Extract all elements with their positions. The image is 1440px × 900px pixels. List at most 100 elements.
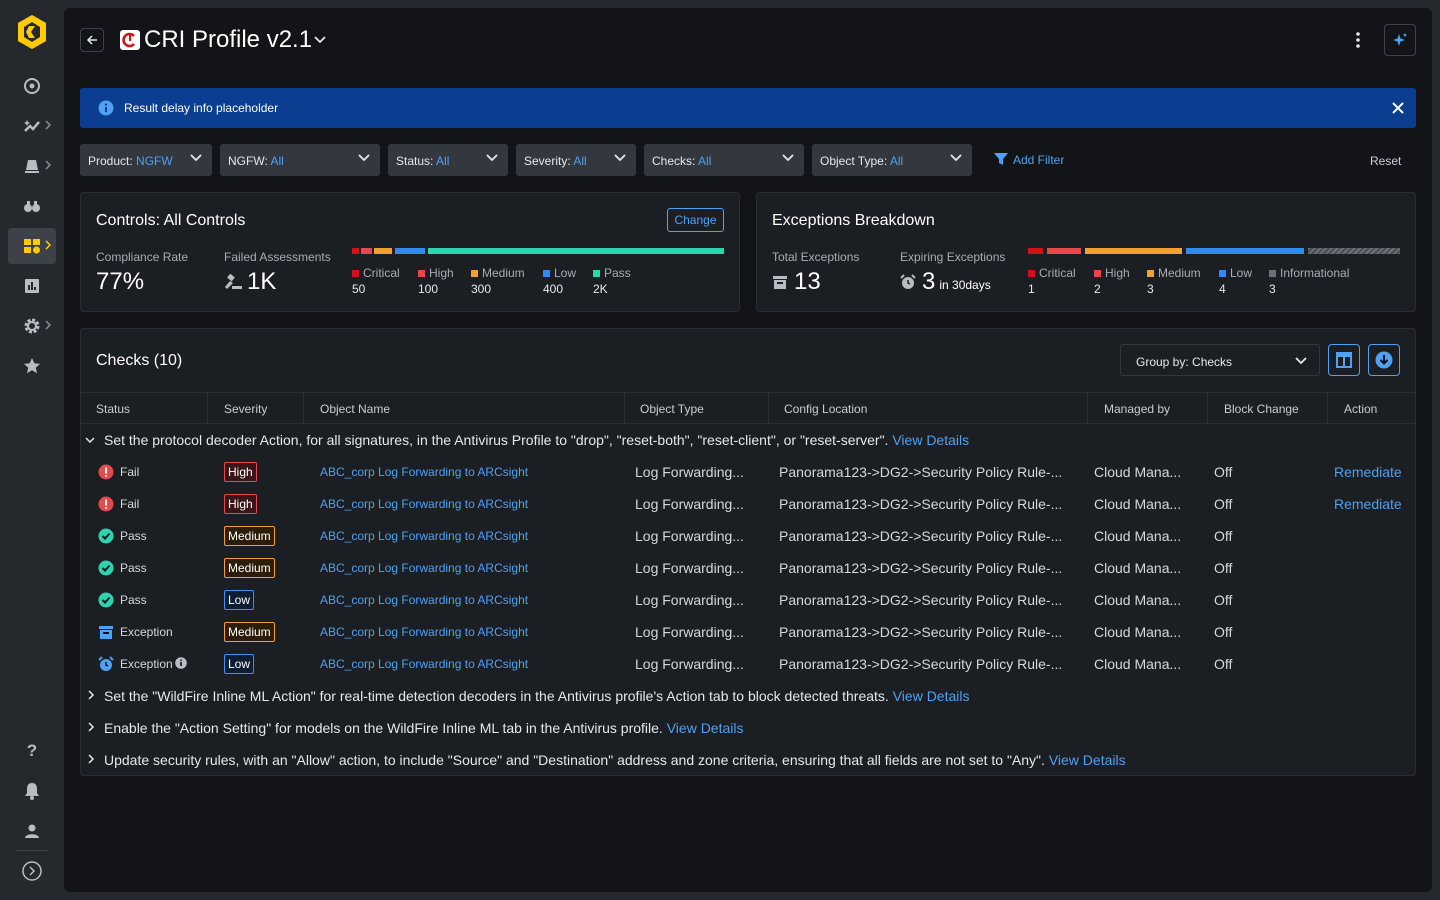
legend-pass-value: 2K: [593, 282, 608, 296]
exc-legend-medium: Medium: [1147, 266, 1201, 280]
back-button[interactable]: [80, 28, 104, 52]
ai-assistant-button[interactable]: [1384, 24, 1416, 56]
exceptions-bar-medium: [1085, 248, 1182, 254]
legend-pass: Pass: [593, 266, 631, 280]
table-row[interactable]: Exception Low ABC_corp Log Forwarding to…: [81, 648, 1415, 680]
sidebar-item-settings[interactable]: [8, 308, 56, 344]
filter-label: Object Type: All: [820, 154, 904, 168]
chevron-right-icon[interactable]: [87, 722, 95, 732]
column-header-status[interactable]: Status: [96, 402, 130, 416]
column-header-block-change[interactable]: Block Change: [1224, 402, 1299, 416]
sidebar-item-reports[interactable]: [8, 268, 56, 304]
title-dropdown-button[interactable]: [312, 32, 328, 48]
check-group-1[interactable]: Set the protocol decoder Action, for all…: [104, 432, 969, 448]
column-header-action[interactable]: Action: [1344, 402, 1377, 416]
reset-button[interactable]: Reset: [1370, 154, 1401, 168]
sidebar-item-alerts[interactable]: [8, 148, 56, 184]
block-change-cell: Off: [1214, 496, 1233, 512]
column-header-object-name[interactable]: Object Name: [320, 402, 390, 416]
legend-low-value: 400: [543, 282, 564, 296]
pass-icon: [98, 560, 114, 576]
pass-icon: [98, 592, 114, 608]
object-name-link[interactable]: ABC_corp Log Forwarding to ARCsight: [320, 625, 528, 639]
status-text: Fail: [120, 497, 140, 511]
expand-icon: [22, 861, 42, 881]
sidebar-item-dashboard[interactable]: [8, 68, 56, 104]
table-header: [81, 392, 1415, 424]
filter-product[interactable]: Product: NGFW: [80, 144, 212, 176]
legend-medium: Medium: [471, 266, 525, 280]
column-header-managed-by[interactable]: Managed by: [1104, 402, 1170, 416]
config-location-cell: Panorama123->DG2->Security Policy Rule-.…: [779, 560, 1063, 576]
view-details-link[interactable]: View Details: [667, 720, 744, 736]
filter-object-type[interactable]: Object Type: All: [812, 144, 972, 176]
download-button[interactable]: [1368, 344, 1400, 376]
object-name-link[interactable]: ABC_corp Log Forwarding to ARCsight: [320, 497, 528, 511]
more-options-button[interactable]: [1346, 28, 1370, 52]
banner-text: Result delay info placeholder: [124, 101, 279, 115]
status-text: Fail: [120, 465, 140, 479]
chevron-down-icon[interactable]: [85, 436, 95, 444]
managed-by-cell: Cloud Mana...: [1094, 624, 1182, 640]
remediate-link[interactable]: Remediate: [1334, 496, 1402, 512]
view-details-link[interactable]: View Details: [893, 688, 970, 704]
legend-medium-value: 300: [471, 282, 492, 296]
table-row[interactable]: Fail High ABC_corp Log Forwarding to ARC…: [81, 456, 1415, 488]
controls-bar-medium: [374, 248, 392, 254]
table-row[interactable]: Exception Medium ABC_corp Log Forwarding…: [81, 616, 1415, 648]
sidebar-item-posture[interactable]: [8, 228, 56, 264]
archive-icon: [773, 276, 787, 289]
group-by-select[interactable]: Group by: Checks: [1120, 344, 1320, 376]
remediate-link[interactable]: Remediate: [1334, 464, 1402, 480]
object-name-link[interactable]: ABC_corp Log Forwarding to ARCsight: [320, 529, 528, 543]
logo[interactable]: [16, 14, 48, 50]
chevron-right-icon[interactable]: [87, 754, 95, 764]
change-controls-button[interactable]: Change: [667, 208, 724, 232]
block-change-cell: Off: [1214, 560, 1233, 576]
exc-legend-low: Low: [1219, 266, 1252, 280]
filter-severity[interactable]: Severity: All: [516, 144, 636, 176]
table-row[interactable]: Pass Medium ABC_corp Log Forwarding to A…: [81, 552, 1415, 584]
sidebar-divider: [16, 850, 48, 851]
columns-button[interactable]: [1328, 344, 1360, 376]
column-header-severity[interactable]: Severity: [224, 402, 267, 416]
compliance-rate-label: Compliance Rate: [96, 250, 189, 264]
chevron-down-icon: [1295, 357, 1307, 365]
filter-ngfw[interactable]: NGFW: All: [220, 144, 380, 176]
chevron-down-icon: [614, 154, 626, 162]
chevron-right-icon[interactable]: [87, 690, 95, 700]
sidebar-item-notifications[interactable]: [8, 773, 56, 809]
object-name-link[interactable]: ABC_corp Log Forwarding to ARCsight: [320, 561, 528, 575]
fail-icon: [98, 496, 114, 512]
view-details-link[interactable]: View Details: [1049, 752, 1126, 768]
exceptions-title: Exceptions Breakdown: [772, 212, 935, 229]
object-name-link[interactable]: ABC_corp Log Forwarding to ARCsight: [320, 657, 528, 671]
view-details-link[interactable]: View Details: [892, 432, 969, 448]
table-row[interactable]: Fail High ABC_corp Log Forwarding to ARC…: [81, 488, 1415, 520]
failed-assessments-value: 1K: [247, 268, 277, 295]
sidebar-item-favorites[interactable]: [8, 348, 56, 384]
info-icon[interactable]: [175, 657, 187, 669]
banner-close-button[interactable]: [1388, 98, 1408, 118]
check-group-4[interactable]: Update security rules, with an "Allow" a…: [104, 752, 1126, 768]
column-header-object-type[interactable]: Object Type: [640, 402, 704, 416]
filter-checks[interactable]: Checks: All: [644, 144, 804, 176]
sidebar-item-investigate[interactable]: [8, 188, 56, 224]
table-row[interactable]: Pass Low ABC_corp Log Forwarding to ARCs…: [81, 584, 1415, 616]
check-group-3[interactable]: Enable the "Action Setting" for models o…: [104, 720, 744, 736]
object-name-link[interactable]: ABC_corp Log Forwarding to ARCsight: [320, 593, 528, 607]
columns-icon: [1336, 352, 1352, 368]
config-location-cell: Panorama123->DG2->Security Policy Rule-.…: [779, 528, 1063, 544]
status-text: Pass: [120, 529, 147, 543]
sidebar-expand-button[interactable]: [8, 853, 56, 889]
filter-label: Product: NGFW: [88, 154, 173, 168]
filter-status[interactable]: Status: All: [388, 144, 508, 176]
add-filter-button[interactable]: Add Filter: [994, 152, 1064, 170]
object-name-link[interactable]: ABC_corp Log Forwarding to ARCsight: [320, 465, 528, 479]
check-group-2[interactable]: Set the "WildFire Inline ML Action" for …: [104, 688, 970, 704]
sidebar-item-analytics[interactable]: [8, 108, 56, 144]
sidebar-item-profile[interactable]: [8, 813, 56, 849]
column-header-config-location[interactable]: Config Location: [784, 402, 867, 416]
table-row[interactable]: Pass Medium ABC_corp Log Forwarding to A…: [81, 520, 1415, 552]
sidebar-item-help[interactable]: ?: [8, 733, 56, 769]
